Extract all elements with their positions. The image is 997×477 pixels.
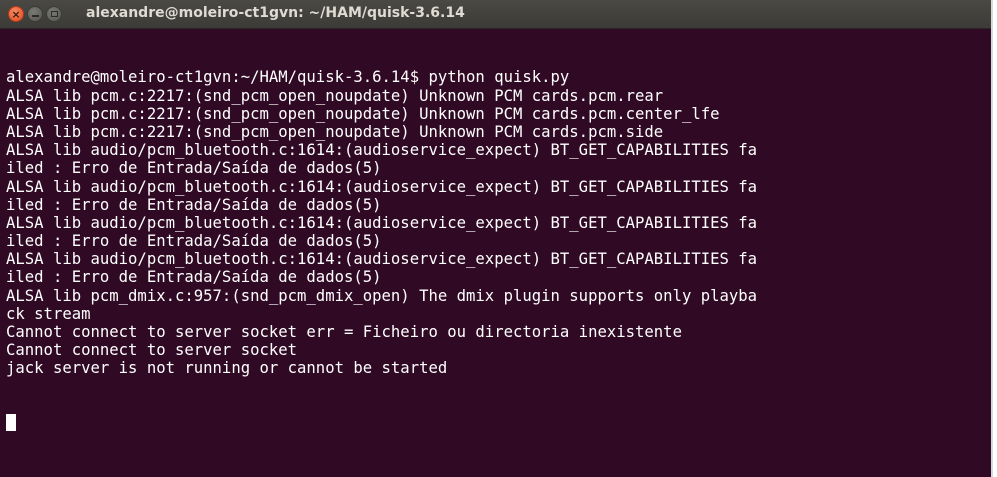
maximize-icon[interactable] <box>46 6 62 22</box>
terminal-line: ALSA lib pcm.c:2217:(snd_pcm_open_noupda… <box>6 86 664 105</box>
terminal-line: iled : Erro de Entrada/Saída de dados(5) <box>6 268 382 287</box>
terminal-line: ALSA lib audio/pcm_bluetooth.c:1614:(aud… <box>6 250 758 269</box>
terminal-window: × alexandre@moleiro-ct1gvn: ~/HAM/quisk-… <box>0 0 993 477</box>
terminal-line: ALSA lib pcm.c:2217:(snd_pcm_open_noupda… <box>6 104 720 123</box>
terminal-line: Cannot connect to server socket <box>6 341 298 360</box>
terminal-line: jack server is not running or cannot be … <box>6 359 448 378</box>
terminal-lines: alexandre@moleiro-ct1gvn:~/HAM/quisk-3.6… <box>6 68 991 377</box>
terminal-line: alexandre@moleiro-ct1gvn:~/HAM/quisk-3.6… <box>6 68 570 87</box>
terminal-line: ALSA lib pcm_dmix.c:957:(snd_pcm_dmix_op… <box>6 286 758 305</box>
title-bar[interactable]: × alexandre@moleiro-ct1gvn: ~/HAM/quisk-… <box>0 0 991 29</box>
terminal-output[interactable]: alexandre@moleiro-ct1gvn:~/HAM/quisk-3.6… <box>0 29 991 477</box>
terminal-line: iled : Erro de Entrada/Saída de dados(5) <box>6 159 382 178</box>
close-icon[interactable]: × <box>8 6 24 22</box>
terminal-line: ALSA lib audio/pcm_bluetooth.c:1614:(aud… <box>6 177 758 196</box>
prompt-line <box>6 414 991 432</box>
window-controls: × <box>8 6 62 22</box>
terminal-line: ck stream <box>6 304 91 323</box>
terminal-line: ALSA lib audio/pcm_bluetooth.c:1614:(aud… <box>6 213 758 232</box>
terminal-line: ALSA lib audio/pcm_bluetooth.c:1614:(aud… <box>6 141 758 160</box>
minimize-icon[interactable] <box>27 6 43 22</box>
terminal-line: ALSA lib pcm.c:2217:(snd_pcm_open_noupda… <box>6 122 664 141</box>
text-cursor <box>6 414 16 431</box>
terminal-line: iled : Erro de Entrada/Saída de dados(5) <box>6 232 382 251</box>
terminal-line: iled : Erro de Entrada/Saída de dados(5) <box>6 195 382 214</box>
window-title: alexandre@moleiro-ct1gvn: ~/HAM/quisk-3.… <box>86 5 465 21</box>
terminal-line: Cannot connect to server socket err = Fi… <box>6 323 682 342</box>
